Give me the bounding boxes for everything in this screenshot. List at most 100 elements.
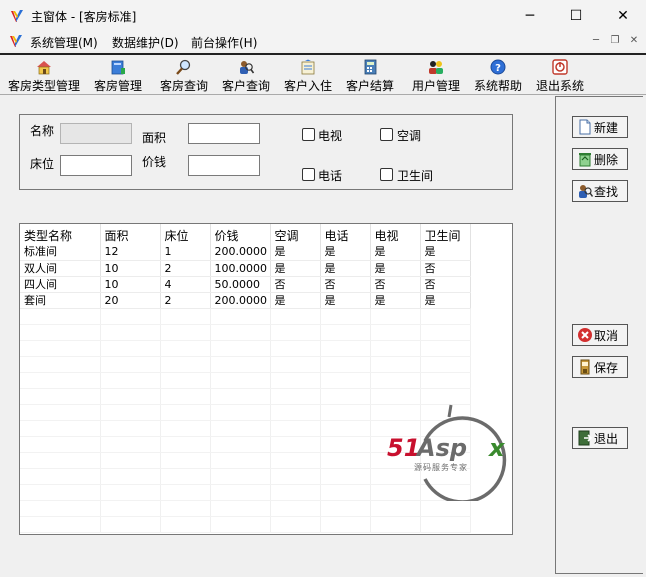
empty-cell — [320, 484, 371, 501]
bed-label: 床位 — [30, 157, 55, 171]
table-cell[interactable]: 是 — [420, 244, 471, 261]
mdi-restore-button[interactable]: ❐ — [606, 33, 624, 49]
exit-button[interactable]: 退出 — [572, 427, 628, 449]
bath-checkbox[interactable] — [380, 168, 393, 181]
empty-cell — [210, 420, 271, 437]
menu-system[interactable]: 系统管理(M) — [30, 34, 98, 51]
table-row[interactable]: 标准间 12 1 200.0000 是是是是 — [20, 244, 471, 261]
table-cell[interactable]: 双人间 — [20, 260, 101, 277]
column-header[interactable]: 卫生间 — [420, 224, 471, 244]
table-cell[interactable]: 100.0000 — [210, 260, 271, 277]
table-cell[interactable]: 2 — [160, 292, 211, 309]
save-icon — [580, 359, 590, 375]
column-header[interactable]: 电视 — [370, 224, 421, 244]
table-cell[interactable]: 否 — [420, 260, 471, 277]
table-cell[interactable]: 200.0000 — [210, 244, 271, 261]
empty-cell — [100, 500, 161, 517]
empty-cell — [160, 452, 211, 469]
table-cell[interactable]: 标准间 — [20, 244, 101, 261]
table-cell[interactable]: 50.0000 — [210, 276, 271, 293]
empty-cell — [100, 340, 161, 357]
empty-cell — [160, 468, 211, 485]
table-row[interactable]: 四人间 10 4 50.0000 否否否否 — [20, 276, 471, 293]
empty-cell — [370, 324, 421, 341]
empty-cell — [320, 324, 371, 341]
phone-checkbox[interactable] — [302, 168, 315, 181]
close-button[interactable]: ✕ — [600, 0, 646, 31]
name-field[interactable] — [60, 123, 132, 144]
table-cell[interactable]: 20 — [100, 292, 161, 309]
column-header[interactable]: 类型名称 — [20, 224, 101, 244]
table-cell[interactable]: 否 — [370, 276, 421, 293]
column-header[interactable]: 床位 — [160, 224, 211, 244]
maximize-button[interactable]: ☐ — [553, 0, 599, 31]
table-cell[interactable]: 是 — [420, 292, 471, 309]
empty-cell — [160, 420, 211, 437]
price-label: 价钱 — [142, 155, 167, 169]
table-cell[interactable]: 是 — [270, 244, 321, 261]
search-button[interactable]: 查找 — [572, 180, 628, 202]
menu-data[interactable]: 数据维护(D) — [112, 34, 179, 51]
bed-field[interactable] — [60, 155, 132, 176]
table-cell[interactable]: 2 — [160, 260, 211, 277]
ac-label: 空调 — [397, 129, 422, 143]
toolbar-label: 客户查询 — [221, 79, 270, 93]
toolbar-room-type-button[interactable]: 客房类型管理 — [6, 55, 82, 95]
delete-button[interactable]: 删除 — [572, 148, 628, 170]
empty-cell — [20, 500, 101, 517]
empty-cell — [270, 308, 321, 325]
empty-cell — [20, 484, 101, 501]
toolbar-checkout-button[interactable]: 客户结算 — [344, 55, 396, 95]
toolbar-label: 客房管理 — [93, 79, 142, 93]
table-cell[interactable]: 4 — [160, 276, 211, 293]
table-cell[interactable]: 否 — [270, 276, 321, 293]
new-button[interactable]: 新建 — [572, 116, 628, 138]
toolbar-customer-query-button[interactable]: 客户查询 — [220, 55, 272, 95]
toolbar-room-query-button[interactable]: 客房查询 — [158, 55, 210, 95]
empty-cell — [160, 404, 211, 421]
table-cell[interactable]: 是 — [320, 244, 371, 261]
toolbar-user-button[interactable]: 用户管理 — [410, 55, 462, 95]
column-header[interactable]: 电话 — [320, 224, 371, 244]
mdi-minimize-button[interactable]: ─ — [587, 33, 605, 49]
table-row[interactable]: 双人间 10 2 100.0000 是是是否 — [20, 260, 471, 277]
table-cell[interactable]: 12 — [100, 244, 161, 261]
table-cell[interactable]: 是 — [320, 260, 371, 277]
price-field[interactable] — [188, 155, 260, 176]
column-header[interactable]: 面积 — [100, 224, 161, 244]
toolbar-help-button[interactable]: ? 系统帮助 — [472, 55, 524, 95]
empty-cell — [320, 436, 371, 453]
table-cell[interactable]: 是 — [370, 260, 421, 277]
minimize-button[interactable]: ─ — [507, 0, 553, 31]
ac-checkbox[interactable] — [380, 128, 393, 141]
table-cell[interactable]: 四人间 — [20, 276, 101, 293]
table-cell[interactable]: 是 — [370, 292, 421, 309]
toolbar-room-button[interactable]: 客房管理 — [92, 55, 144, 95]
table-cell[interactable]: 1 — [160, 244, 211, 261]
tv-checkbox[interactable] — [302, 128, 315, 141]
toolbar-checkin-button[interactable]: 客户入住 — [282, 55, 334, 95]
mdi-close-button[interactable]: ✕ — [625, 33, 643, 49]
column-header[interactable]: 空调 — [270, 224, 321, 244]
table-cell[interactable]: 10 — [100, 260, 161, 277]
table-cell[interactable]: 是 — [270, 260, 321, 277]
table-cell[interactable]: 是 — [370, 244, 421, 261]
table-cell[interactable]: 10 — [100, 276, 161, 293]
table-cell[interactable]: 是 — [270, 292, 321, 309]
table-cell[interactable]: 套间 — [20, 292, 101, 309]
empty-cell — [160, 324, 211, 341]
save-button[interactable]: 保存 — [572, 356, 628, 378]
area-field[interactable] — [188, 123, 260, 144]
menu-frontdesk[interactable]: 前台操作(H) — [191, 34, 257, 51]
column-header[interactable]: 价钱 — [210, 224, 271, 244]
empty-row — [20, 308, 471, 325]
table-cell[interactable]: 200.0000 — [210, 292, 271, 309]
table-cell[interactable]: 否 — [420, 276, 471, 293]
table-row[interactable]: 套间 20 2 200.0000 是是是是 — [20, 292, 471, 309]
toolbar-exit-button[interactable]: 退出系统 — [534, 55, 586, 95]
cancel-button[interactable]: 取消 — [572, 324, 628, 346]
table-cell[interactable]: 是 — [320, 292, 371, 309]
empty-cell — [370, 340, 421, 357]
empty-row — [20, 324, 471, 341]
table-cell[interactable]: 否 — [320, 276, 371, 293]
